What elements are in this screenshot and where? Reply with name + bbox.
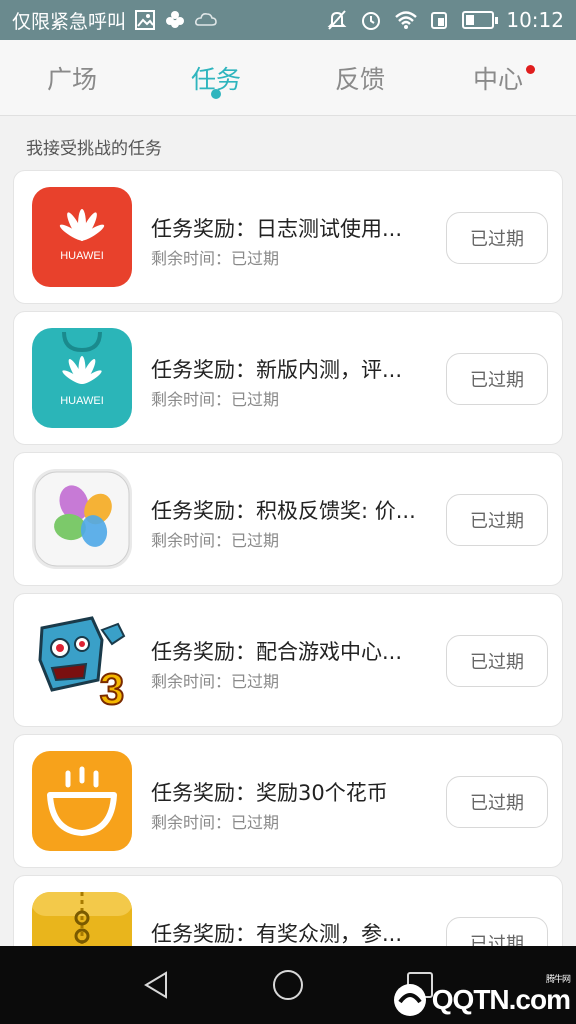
expired-button[interactable]: 已过期: [446, 212, 548, 264]
mute-icon: [326, 9, 348, 31]
tab-center[interactable]: 中心: [432, 40, 576, 115]
task-remaining: 剩余时间：已过期: [151, 390, 280, 409]
navigation-bar: QQTN.com 腾牛网: [0, 946, 576, 1024]
sim-icon: [428, 9, 450, 31]
tab-plaza-label: 广场: [46, 64, 97, 94]
back-triangle-icon[interactable]: [136, 965, 176, 1005]
zipper-folder-icon: [32, 892, 132, 946]
task-card[interactable]: HUAWEI 任务奖励：新版内测，评... 剩余时间：已过期 已过期: [13, 311, 563, 445]
expired-button[interactable]: 已过期: [446, 353, 548, 405]
gallery-petals-icon: [32, 469, 132, 569]
huawei-logo-text: HUAWEI: [60, 250, 104, 262]
task-remaining: 剩余时间：已过期: [151, 813, 280, 832]
home-circle-icon[interactable]: [268, 965, 308, 1005]
task-title: 任务奖励：有奖众测，参...: [151, 922, 403, 946]
game-number-text: 3: [100, 665, 124, 710]
smile-basket-icon: [32, 751, 132, 851]
tab-feedback[interactable]: 反馈: [288, 40, 432, 115]
notification-badge-dot: [526, 65, 535, 74]
huawei-red-icon: HUAWEI: [32, 187, 132, 287]
carrier-text: 仅限紧急呼叫: [12, 10, 127, 33]
section-title: 我接受挑战的任务: [26, 139, 162, 159]
image-icon: [134, 9, 156, 31]
task-card[interactable]: 3 任务奖励：配合游戏中心... 剩余时间：已过期 已过期: [13, 593, 563, 727]
task-title: 任务奖励：积极反馈奖: 价...: [151, 499, 416, 523]
huawei-teal-bag-icon: HUAWEI: [32, 328, 132, 428]
flower-icon: [164, 9, 186, 31]
expired-button[interactable]: 已过期: [446, 635, 548, 687]
expired-button[interactable]: 已过期: [446, 776, 548, 828]
status-right: 10:12: [326, 8, 564, 32]
active-tab-indicator: [211, 89, 221, 99]
cloud-icon: [194, 9, 217, 31]
status-bar: 仅限紧急呼叫 10:12: [0, 0, 576, 40]
task-list[interactable]: HUAWEI 任务奖励：日志测试使用... 剩余时间：已过期 已过期 HUAWE…: [13, 170, 563, 946]
task-title: 任务奖励：新版内测，评...: [151, 358, 403, 382]
status-left: 仅限紧急呼叫: [12, 7, 326, 34]
watermark-logo-icon: [393, 984, 426, 1016]
watermark-small-text: 腾牛网: [545, 974, 571, 984]
watermark: QQTN.com 腾牛网: [392, 974, 571, 1018]
task-title: 任务奖励：奖励30个花币: [151, 781, 388, 805]
tab-feedback-label: 反馈: [334, 64, 385, 94]
tab-bar: 广场 任务 反馈 中心: [0, 40, 576, 116]
task-card[interactable]: 任务奖励：奖励30个花币 剩余时间：已过期 已过期: [13, 734, 563, 868]
huawei-logo-text: HUAWEI: [60, 395, 104, 407]
zombie-game-icon: 3: [32, 610, 132, 710]
alarm-icon: [360, 9, 382, 31]
task-title: 任务奖励：配合游戏中心...: [151, 640, 403, 664]
task-remaining: 剩余时间：已过期: [151, 531, 280, 550]
expired-button[interactable]: 已过期: [446, 494, 548, 546]
battery-icon: [462, 11, 499, 29]
task-card[interactable]: 任务奖励：积极反馈奖: 价... 剩余时间：已过期 已过期: [13, 452, 563, 586]
tab-plaza[interactable]: 广场: [0, 40, 144, 115]
watermark-text: QQTN.com: [431, 984, 571, 1015]
task-card[interactable]: HUAWEI 任务奖励：日志测试使用... 剩余时间：已过期 已过期: [13, 170, 563, 304]
task-title: 任务奖励：日志测试使用...: [151, 217, 403, 241]
expired-button[interactable]: 已过期: [446, 917, 548, 946]
battery-fill: [466, 15, 475, 25]
tab-center-label: 中心: [472, 64, 523, 94]
task-remaining: 剩余时间：已过期: [151, 249, 280, 268]
task-remaining: 剩余时间：已过期: [151, 672, 280, 691]
clock: 10:12: [506, 8, 564, 32]
task-card[interactable]: 任务奖励：有奖众测，参... 已过期: [13, 875, 563, 946]
wifi-icon: [394, 9, 418, 31]
tab-tasks[interactable]: 任务: [144, 40, 288, 115]
